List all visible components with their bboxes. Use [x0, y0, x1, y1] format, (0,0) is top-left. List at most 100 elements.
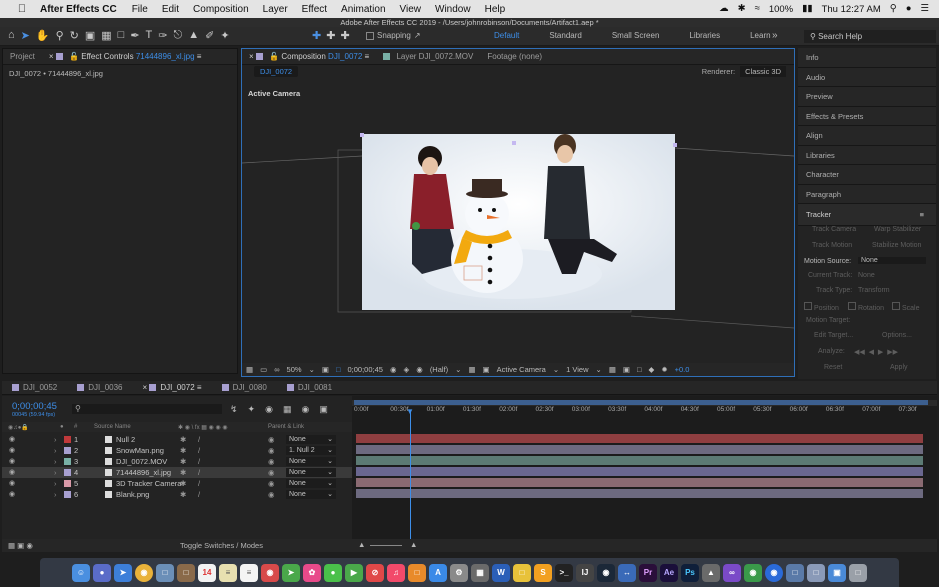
shy-switch-icon[interactable]: ✱ — [180, 479, 186, 488]
renderer-control[interactable]: Renderer: Classic 3D — [702, 66, 786, 77]
music-icon[interactable]: ♫ — [387, 563, 405, 582]
stickies-icon[interactable]: □ — [513, 563, 531, 582]
apple-icon[interactable]:  — [14, 3, 30, 15]
layer-duration-bar[interactable] — [356, 456, 923, 465]
panel-menu-icon[interactable]: ≡ — [920, 210, 924, 219]
creative-cloud-icon[interactable]: ☁ — [719, 4, 729, 14]
siri-icon[interactable]: ● — [906, 4, 912, 14]
motion-blur-icon[interactable]: ◉ — [301, 404, 309, 415]
notification-center-icon[interactable]: ☰ — [920, 4, 929, 14]
transparency-grid-icon[interactable]: ▦ — [468, 365, 475, 374]
panel-character[interactable]: Character — [798, 165, 936, 185]
panel-menu-icon[interactable]: ≡ — [365, 52, 370, 61]
motion-source-dropdown[interactable]: None — [858, 257, 926, 264]
tab-timeline-dji-0052[interactable]: DJI_0052 — [2, 383, 67, 392]
visibility-eye-icon[interactable]: ◉ — [9, 457, 15, 465]
contacts-icon[interactable]: □ — [177, 563, 195, 582]
notes-icon[interactable]: ≡ — [219, 563, 237, 582]
puppet-tool-icon[interactable]: ✦ — [220, 29, 229, 42]
quality-switch-icon[interactable]: / — [198, 490, 200, 499]
vlc-icon[interactable]: ▲ — [702, 563, 720, 582]
teamviewer-icon[interactable]: ↔ — [618, 563, 636, 582]
quality-switch-icon[interactable]: / — [198, 468, 200, 477]
view-axis-icon[interactable]: ✚ — [340, 29, 349, 42]
monitor-icon[interactable]: ▭ — [260, 365, 267, 374]
tab-effect-controls[interactable]: × 🔓 Effect Controls 71444896_xl.jpg ≡ — [42, 52, 209, 61]
shy-switch-icon[interactable]: ✱ — [180, 490, 186, 499]
type-tool-icon[interactable]: T — [146, 29, 153, 42]
menu-view[interactable]: View — [393, 4, 429, 15]
toggle-pixel-aspect-icon[interactable]: ▦ — [609, 365, 616, 374]
trash-icon[interactable]: □ — [849, 563, 867, 582]
selection-tool-icon[interactable]: ➤ — [21, 29, 30, 42]
layer-label-color[interactable] — [64, 480, 71, 487]
layer-duration-bar[interactable] — [356, 467, 923, 476]
chevron-down-icon[interactable]: ⌄ — [309, 365, 315, 374]
facetime-icon[interactable]: ▶ — [345, 563, 363, 582]
launchpad-icon[interactable]: ➤ — [114, 563, 132, 582]
pick-whip-icon[interactable]: ◉ — [268, 490, 275, 499]
source-name-header[interactable]: Source Name — [94, 424, 131, 430]
timeline-current-time[interactable]: 0;00;00;45 — [12, 401, 57, 412]
siri-dock-icon[interactable]: ● — [93, 563, 111, 582]
quality-switch-icon[interactable]: / — [198, 457, 200, 466]
documents-stack-icon[interactable]: □ — [807, 563, 825, 582]
layer-row[interactable]: ◉ › 6 Blank.png ✱ / ◉ None ⌄ — [2, 489, 352, 500]
tab-timeline-dji-0080[interactable]: DJI_0080 — [212, 383, 277, 392]
shy-layers-icon[interactable]: ◉ — [265, 404, 273, 415]
reminders-icon[interactable]: ≡ — [240, 563, 258, 582]
layer-duration-bar[interactable] — [356, 489, 923, 498]
clone-stamp-tool-icon[interactable]: ⎋ — [174, 29, 183, 42]
chevron-down-icon[interactable]: ⌄ — [596, 365, 602, 374]
preview-icon[interactable]: □ — [156, 563, 174, 582]
layer-row[interactable]: ◉ › 1 Null 2 ✱ / ◉ None ⌄ — [2, 434, 352, 445]
expand-chevron-icon[interactable]: › — [54, 457, 57, 466]
quality-switch-icon[interactable]: / — [198, 479, 200, 488]
camera-view-dropdown[interactable]: Active Camera — [497, 365, 546, 374]
brush-tool-icon[interactable]: ✑ — [158, 29, 167, 42]
photos-icon[interactable]: ✿ — [303, 563, 321, 582]
expand-chevron-icon[interactable]: › — [54, 435, 57, 444]
safari-icon[interactable]: ◉ — [765, 563, 783, 582]
panel-align[interactable]: Align — [798, 126, 936, 146]
layer-name[interactable]: 3D Tracker Camera — [105, 479, 181, 488]
layer-label-color[interactable] — [64, 436, 71, 443]
zoom-tool-icon[interactable]: ⚲ — [56, 29, 64, 42]
timeline-search-input[interactable]: ⚲ — [72, 404, 222, 414]
edit-target-button[interactable]: Edit Target... — [814, 332, 853, 339]
menu-help[interactable]: Help — [478, 4, 513, 15]
mask-icon[interactable]: ∞ — [274, 365, 279, 374]
analyze-controls[interactable]: ◀◀ ◀ ▶ ▶▶ — [854, 348, 898, 356]
layer-label-color[interactable] — [64, 458, 71, 465]
options-button[interactable]: Options... — [882, 332, 912, 339]
workspace-libraries[interactable]: Libraries — [689, 31, 720, 40]
pick-whip-icon[interactable]: ◉ — [268, 457, 275, 466]
pen-tool-icon[interactable]: ✒ — [130, 29, 139, 42]
layer-row[interactable]: ◉ › 4 71444896_xl.jpg ✱ / ◉ None ⌄ — [2, 467, 352, 478]
resolution-dropdown[interactable]: (Half) — [430, 365, 448, 374]
parent-link-header[interactable]: Parent & Link — [268, 424, 304, 430]
layer-row[interactable]: ◉ › 3 DJI_0072.MOV ✱ / ◉ None ⌄ — [2, 456, 352, 467]
maps-icon[interactable]: ➤ — [282, 563, 300, 582]
draft-3d-icon[interactable]: ✦ — [248, 404, 256, 415]
sublime-icon[interactable]: S — [534, 563, 552, 582]
current-time-indicator[interactable] — [410, 410, 411, 539]
roto-brush-tool-icon[interactable]: ✐ — [205, 29, 214, 42]
frame-blending-icon[interactable]: ▦ — [283, 404, 292, 415]
playhead-handle-icon[interactable]: ▼ — [406, 407, 414, 416]
render-time-icons[interactable]: ▦ ▣ ◉ — [8, 541, 33, 550]
parent-dropdown[interactable]: None ⌄ — [286, 456, 336, 466]
chrome-icon[interactable]: ◉ — [135, 563, 153, 582]
app-name-menu[interactable]: After Effects CC — [30, 4, 125, 15]
tab-footage[interactable]: Footage (none) — [480, 52, 549, 61]
menu-composition[interactable]: Composition — [186, 4, 256, 15]
panel-menu-icon[interactable]: ≡ — [197, 383, 202, 392]
time-ruler[interactable]: 0:00f 00:30f 01:00f 01:30f 02:00f 02:30f 03:00… — [352, 406, 937, 422]
workspace-learn[interactable]: Learn — [750, 31, 770, 40]
bluetooth-icon[interactable]: ✱ — [738, 4, 746, 14]
activity-monitor-icon[interactable]: ▦ — [471, 563, 489, 582]
track-camera-button[interactable]: Track Camera — [812, 226, 856, 233]
home-icon[interactable]: ⌂ — [8, 29, 15, 42]
track-motion-button[interactable]: Track Motion — [812, 242, 852, 249]
pick-whip-icon[interactable]: ◉ — [268, 479, 275, 488]
